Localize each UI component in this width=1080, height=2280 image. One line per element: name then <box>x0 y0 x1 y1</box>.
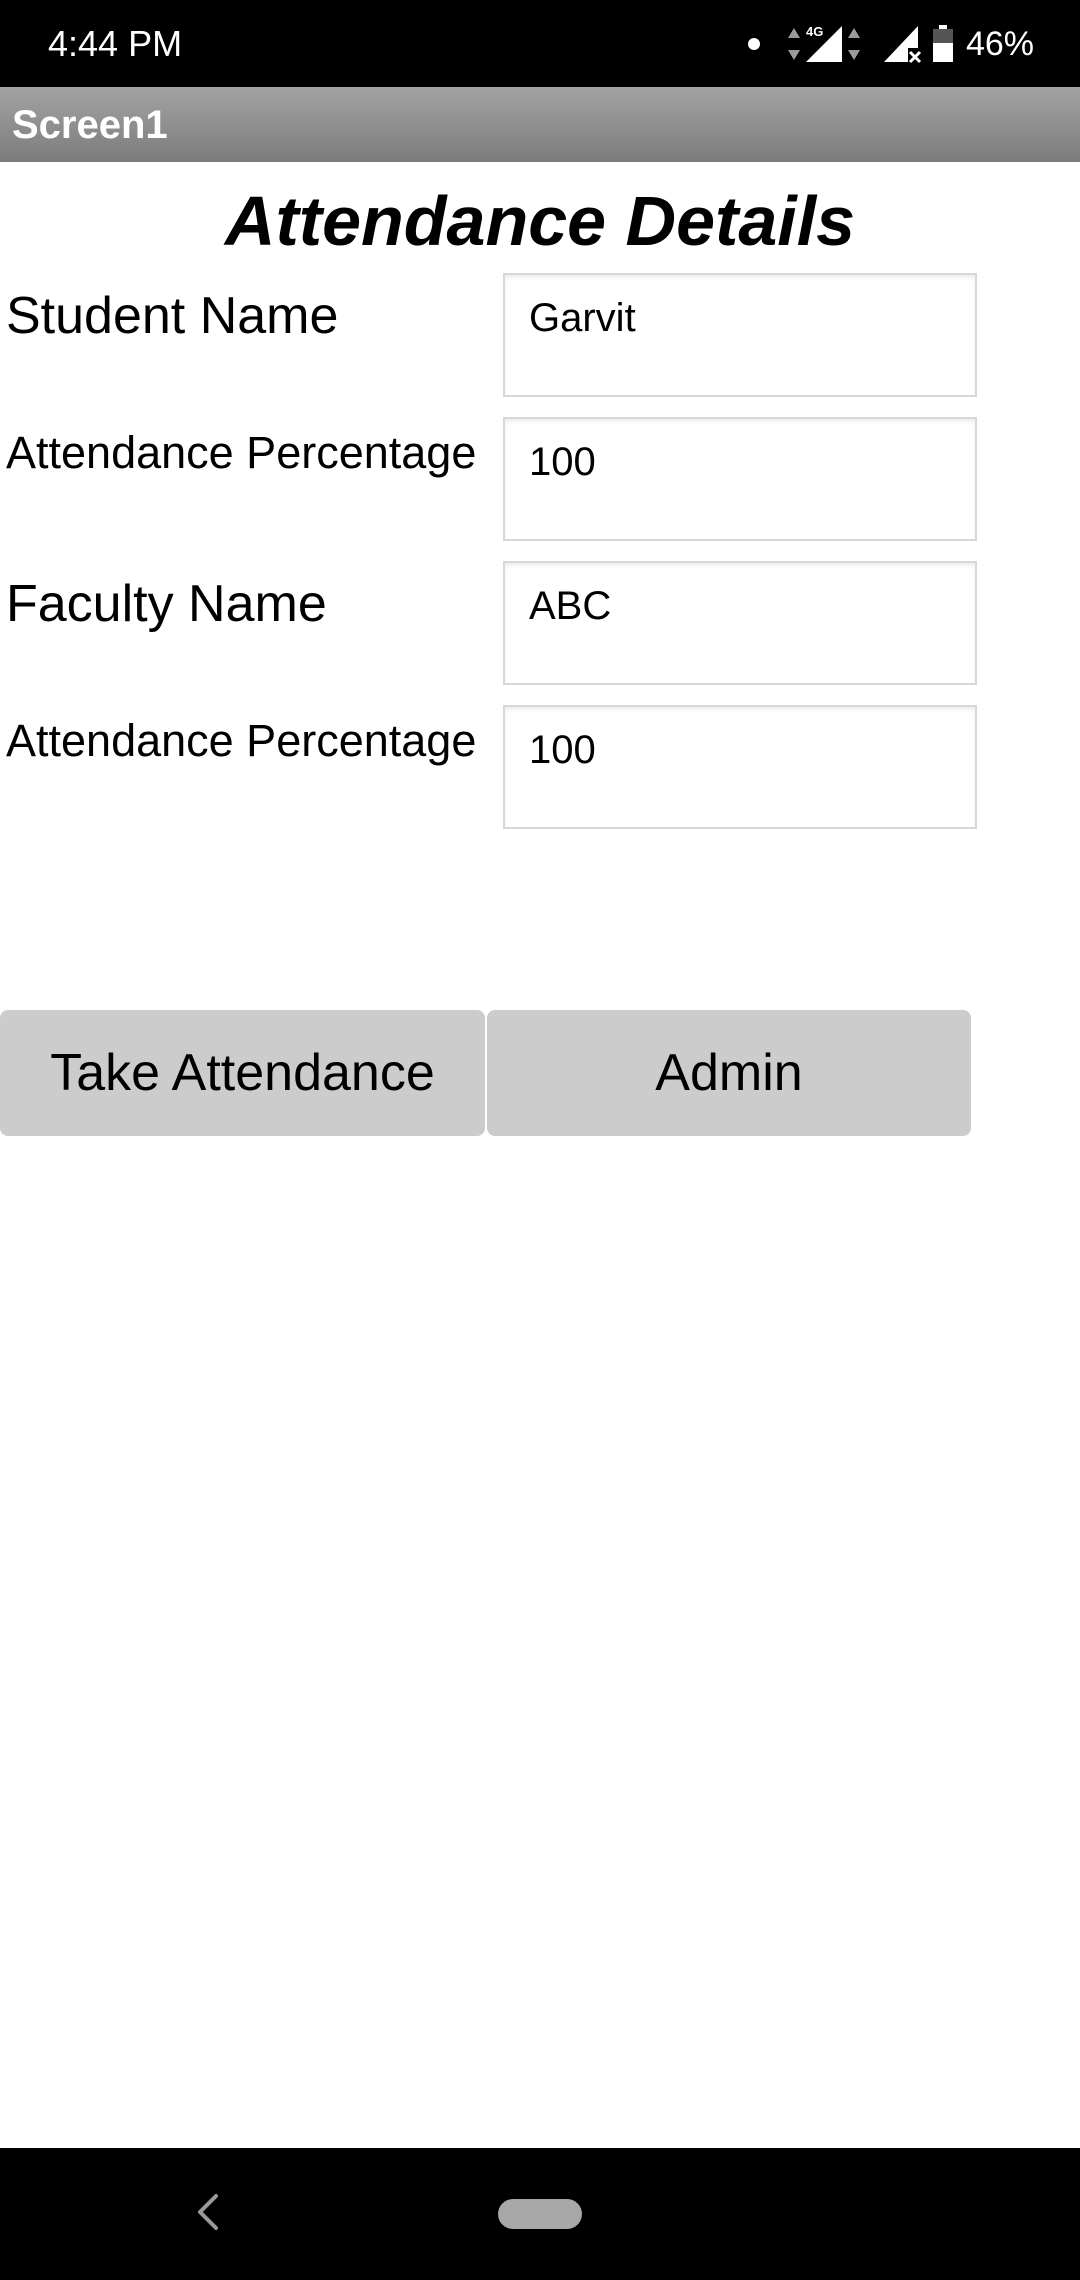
status-bar: 4:44 PM 4G 46% <box>0 0 1080 87</box>
student-name-input[interactable] <box>529 293 949 343</box>
battery-percentage: 46% <box>965 25 1034 63</box>
app-title: Screen1 <box>12 103 168 147</box>
faculty-attendance-field[interactable] <box>503 705 977 829</box>
faculty-name-label: Faculty Name <box>6 575 327 633</box>
data-arrows-icon <box>787 28 800 60</box>
student-attendance-field[interactable] <box>503 417 977 541</box>
home-pill-icon[interactable] <box>498 2199 582 2229</box>
take-attendance-button[interactable]: Take Attendance <box>0 1010 485 1136</box>
student-name-label: Student Name <box>6 287 339 345</box>
admin-button[interactable]: Admin <box>487 1010 971 1136</box>
page-title: Attendance Details <box>224 182 856 260</box>
signal-4g-icon: 4G <box>805 24 842 62</box>
student-attendance-input[interactable] <box>529 437 949 487</box>
notification-dot-icon <box>747 38 760 50</box>
faculty-attendance-label: Attendance Percentage <box>6 715 477 766</box>
data-arrows-icon <box>847 28 860 60</box>
app-bar: Screen1 <box>0 87 1080 162</box>
navigation-bar <box>0 2148 1080 2280</box>
battery-icon <box>932 25 953 62</box>
status-icons: 4G 46% <box>746 18 1034 70</box>
signal-no-sim-icon <box>883 26 921 64</box>
student-attendance-label: Attendance Percentage <box>6 427 477 478</box>
main-content: Attendance Details Student Name Attendan… <box>0 162 1080 2148</box>
status-time: 4:44 PM <box>48 23 183 64</box>
student-name-field[interactable] <box>503 273 977 397</box>
back-icon[interactable] <box>192 2192 224 2232</box>
svg-text:4G: 4G <box>806 24 823 39</box>
faculty-name-field[interactable] <box>503 561 977 685</box>
faculty-name-input[interactable] <box>529 581 949 631</box>
faculty-attendance-input[interactable] <box>529 725 949 775</box>
